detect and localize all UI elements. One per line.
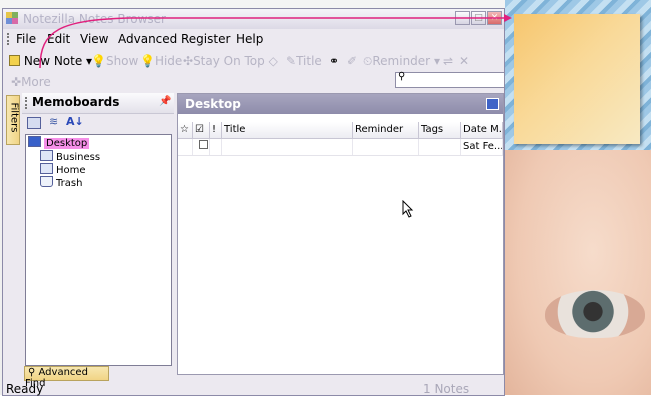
stay-on-top-label: Stay On Top <box>193 54 265 68</box>
board-icon <box>40 163 53 174</box>
col-check[interactable]: ☑ <box>193 122 210 138</box>
notes-list-header: Desktop <box>178 94 503 114</box>
notes-count: 1 Notes <box>423 382 470 396</box>
menu-edit[interactable]: Edit <box>47 32 70 46</box>
tree-label-trash: Trash <box>56 178 83 189</box>
status-bar: Ready 1 Notes <box>3 382 504 396</box>
delete-icon[interactable]: ✕ <box>459 54 469 68</box>
pin-icon[interactable]: 📌 <box>159 96 171 107</box>
layers-icon[interactable]: ≋ <box>49 115 58 128</box>
status-text: Ready <box>6 382 44 396</box>
star-icon: ☆ <box>180 124 189 135</box>
col-title[interactable]: Title <box>222 122 353 138</box>
cell-star <box>178 139 193 155</box>
menu-help[interactable]: Help <box>236 32 263 46</box>
menu-file[interactable]: File <box>16 32 36 46</box>
cell-check[interactable] <box>193 139 210 155</box>
wallpaper-face <box>505 150 651 405</box>
more-label: More <box>21 75 51 89</box>
tree-item-home[interactable]: Home <box>40 163 86 176</box>
tree-label-business: Business <box>56 152 101 163</box>
tree-label-desktop: Desktop <box>44 138 90 149</box>
reminder-label: Reminder <box>372 54 431 68</box>
menu-view[interactable]: View <box>80 32 108 46</box>
menu-advanced[interactable]: Advanced <box>118 32 177 46</box>
col-star[interactable]: ☆ <box>178 122 193 138</box>
board-view-icon[interactable] <box>27 117 41 129</box>
search-input[interactable]: ⚲ <box>395 71 505 88</box>
new-note-icon <box>9 55 20 66</box>
maximize-button[interactable]: □ <box>471 11 486 25</box>
board-icon <box>40 150 53 161</box>
table-row[interactable]: Sat Fe... <box>178 139 503 156</box>
tree-item-business[interactable]: Business <box>40 150 100 163</box>
advanced-find-tab[interactable]: ⚲ Advanced Find <box>24 366 109 389</box>
main-toolbar: New Note ▾ 💡Show 💡Hide ✣Stay On Top ◇ ✎T… <box>3 50 504 72</box>
memoboards-header: Memoboards 📌 <box>22 93 174 114</box>
hide-button[interactable]: 💡Hide <box>140 54 182 68</box>
sticky-note[interactable] <box>514 14 640 144</box>
cell-date: Sat Fe... <box>461 139 503 155</box>
app-icon <box>6 12 18 24</box>
title-label: Title <box>296 54 322 68</box>
tree-label-home: Home <box>56 165 86 176</box>
secondary-toolbar: ✜More <box>3 74 383 90</box>
panel-tools: ≋ A↓ <box>22 114 174 133</box>
wallpaper-eye <box>545 290 645 338</box>
send-icon[interactable]: ⇌ <box>443 54 453 68</box>
hide-label: Hide <box>154 54 183 68</box>
menu-register[interactable]: Register <box>181 32 230 46</box>
new-note-label: New Note <box>23 54 83 68</box>
minimize-button[interactable]: – <box>455 11 470 25</box>
board-color-icon[interactable] <box>486 98 499 110</box>
cell-title <box>222 139 353 155</box>
notes-grid-header: ☆ ☑ ! Title Reminder Tags Date M... <box>178 122 503 139</box>
title-button[interactable]: ✎Title <box>286 54 322 68</box>
notes-list-panel: Desktop ☆ ☑ ! Title Reminder Tags Date M… <box>177 93 504 375</box>
magnifier-icon: ⚲ <box>28 367 36 378</box>
more-button[interactable]: ✜More <box>11 75 51 89</box>
sort-az-icon[interactable]: A↓ <box>66 115 84 128</box>
filters-label: Filters <box>8 102 20 133</box>
binoculars-icon: ⚲ <box>398 71 406 82</box>
show-button[interactable]: 💡Show <box>91 54 138 68</box>
filters-tab[interactable]: Filters <box>6 95 20 145</box>
cell-priority <box>210 139 222 155</box>
memoboard-tree: Desktop Business Home Trash <box>25 134 172 366</box>
col-tags[interactable]: Tags <box>419 122 461 138</box>
link-icon[interactable]: ⚭ <box>329 54 339 68</box>
checkbox-icon: ☑ <box>195 124 204 135</box>
stay-on-top-button[interactable]: ✣Stay On Top ◇ <box>183 54 278 68</box>
col-reminder[interactable]: Reminder <box>353 122 419 138</box>
menu-bar: File Edit View Advanced Register Help <box>3 29 504 49</box>
trash-icon <box>40 176 53 187</box>
priority-icon: ! <box>212 124 217 135</box>
attach-icon[interactable]: ✐ <box>347 54 357 68</box>
col-priority[interactable]: ! <box>210 122 222 138</box>
new-note-button[interactable]: New Note ▾ <box>9 54 92 68</box>
cell-tags <box>419 139 461 155</box>
menu-grip[interactable] <box>7 33 11 45</box>
close-button[interactable]: ✕ <box>487 11 502 25</box>
memoboards-panel: Memoboards 📌 ≋ A↓ Desktop Business Home … <box>22 93 174 383</box>
notes-list-title: Desktop <box>185 97 241 111</box>
row-checkbox[interactable] <box>199 140 208 149</box>
window-title: Notezilla Notes Browser <box>23 12 166 26</box>
wallpaper-strip <box>0 395 651 405</box>
tree-item-desktop[interactable]: Desktop <box>28 136 90 149</box>
show-label: Show <box>105 54 139 68</box>
mouse-cursor-icon <box>402 200 414 218</box>
desktop-icon <box>28 136 41 147</box>
panel-grip <box>25 97 29 109</box>
title-bar[interactable]: Notezilla Notes Browser – □ ✕ <box>3 9 504 29</box>
panel-title: Memoboards <box>32 95 120 109</box>
col-date[interactable]: Date M... <box>461 122 503 138</box>
cell-reminder <box>353 139 419 155</box>
tree-item-trash[interactable]: Trash <box>40 176 82 189</box>
reminder-button[interactable]: ⏲Reminder ▾ <box>363 54 440 69</box>
notes-browser-window: Notezilla Notes Browser – □ ✕ File Edit … <box>2 8 505 396</box>
